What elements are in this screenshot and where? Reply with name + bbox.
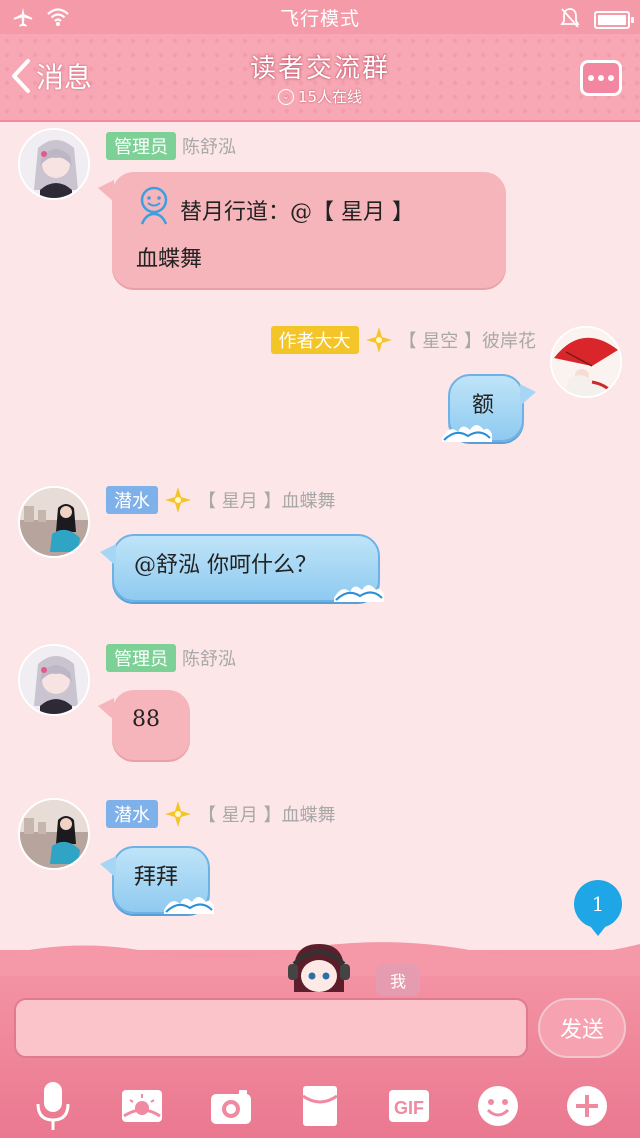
more-dot-icon [598,75,604,81]
role-badge: 潜水 [106,486,158,514]
battery-icon [594,11,634,29]
role-badge: 潜水 [106,800,158,828]
composer-toolbar: GIF [0,1074,640,1138]
message-bubble[interactable]: 88 [98,690,190,760]
wave-icon [334,585,384,602]
gif-label: GIF [394,1098,424,1118]
message-list[interactable]: 管理员 陈舒泓 替月行道：@【 星月 】 血蝶舞 作者大大 【 星空 】彼岸花 … [0,122,640,952]
message-bubble[interactable]: 拜拜 [100,846,214,914]
message-bubble[interactable]: 替月行道：@【 星月 】 血蝶舞 [98,172,506,288]
mascot-girl-icon [288,944,350,992]
unread-count-badge[interactable]: 1 [574,880,622,936]
sender-name: 【 星月 】血蝶舞 [198,805,336,826]
send-button[interactable]: 发送 [538,998,626,1058]
chat-header: 消息 读者交流群 ⌄ 15人在线 [0,34,640,122]
page-title[interactable]: 读者交流群 [0,48,640,85]
microphone-icon[interactable] [29,1082,77,1130]
message-text: 拜拜 [134,865,179,890]
role-badge: 作者大大 [270,326,359,354]
more-dot-icon [608,75,614,81]
group-menu-button[interactable] [580,60,622,96]
sender-name: 陈舒泓 [182,137,236,158]
wave-icon [442,425,492,442]
message-text: @舒泓 你呵什么？ [134,553,317,578]
message-item: 作者大大 【 星空 】彼岸花 额 [0,318,640,458]
message-text: 替月行道：@【 星月 】 [180,200,414,225]
star-icon [365,327,392,353]
message-bubble[interactable]: @舒泓 你呵什么？ [100,534,384,602]
status-mode-text: 飞行模式 [279,8,360,30]
role-badge: 管理员 [106,644,176,672]
avatar[interactable] [18,486,90,558]
status-bar: 飞行模式 [0,0,640,34]
wave-icon [164,897,214,914]
message-text: 88 [132,707,160,732]
camera-icon[interactable] [207,1082,255,1130]
emoji-icon[interactable] [474,1082,522,1130]
sender-name: 陈舒泓 [182,649,236,670]
star-icon [165,801,191,827]
message-item: 潜水 【 星月 】血蝶舞 拜拜 [0,794,640,924]
plus-icon[interactable] [563,1082,611,1130]
more-dot-icon [588,75,594,81]
star-icon [165,487,191,513]
red-envelope-icon[interactable] [296,1082,344,1130]
online-status[interactable]: ⌄ 15人在线 [0,86,640,107]
message-text: 额 [472,393,495,418]
message-item: 管理员 陈舒泓 88 [0,640,640,770]
avatar[interactable] [550,326,622,398]
smiley-person-icon [136,186,172,240]
message-item: 管理员 陈舒泓 替月行道：@【 星月 】 血蝶舞 [0,122,640,302]
avatar[interactable] [18,798,90,870]
avatar[interactable] [18,128,90,200]
message-text: 血蝶舞 [136,247,203,272]
bell-muted-icon [560,7,580,33]
sender-name: 【 星月 】血蝶舞 [198,491,336,512]
message-input[interactable] [14,998,528,1058]
sender-name: 【 星空 】彼岸花 [398,331,536,352]
message-item: 潜水 【 星月 】血蝶舞 @舒泓 你呵什么？ [0,478,640,618]
role-badge: 管理员 [106,132,176,160]
gif-icon[interactable]: GIF [385,1082,433,1130]
avatar[interactable] [18,644,90,716]
composer-panel: 我 发送 GIF [0,942,640,1138]
message-bubble[interactable]: 额 [442,374,536,442]
me-tag[interactable]: 我 [376,964,420,996]
chevron-down-icon: ⌄ [277,88,294,105]
online-count: 15人在线 [297,88,363,106]
image-icon[interactable] [118,1082,166,1130]
